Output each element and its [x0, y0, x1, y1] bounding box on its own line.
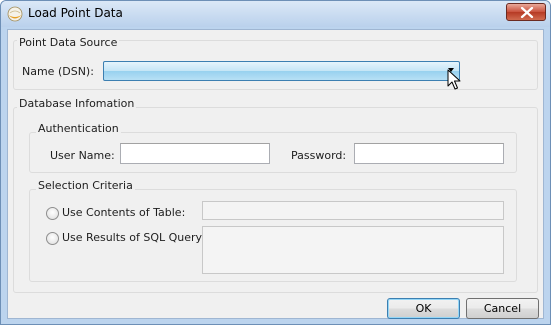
password-label: Password:: [291, 149, 347, 162]
cancel-button[interactable]: Cancel: [466, 298, 539, 319]
close-icon: [520, 7, 534, 18]
selection-criteria-title: Selection Criteria: [36, 179, 135, 192]
dsn-label: Name (DSN):: [22, 65, 94, 78]
dialog-window: Load Point Data Point Data Source Name (…: [0, 0, 551, 325]
app-icon: [7, 6, 23, 22]
use-table-radio[interactable]: [46, 207, 59, 220]
table-name-field[interactable]: [202, 201, 504, 220]
point-data-source-title: Point Data Source: [17, 36, 120, 49]
password-field[interactable]: [354, 143, 504, 164]
sql-query-field[interactable]: [202, 226, 504, 274]
database-information-title: Database Infomation: [17, 97, 137, 110]
window-title: Load Point Data: [28, 6, 123, 20]
authentication-title: Authentication: [36, 122, 121, 135]
title-bar[interactable]: Load Point Data: [1, 1, 550, 27]
ok-button[interactable]: OK: [387, 298, 460, 319]
dialog-client-area: Point Data Source Name (DSN): Database I…: [7, 29, 544, 319]
use-sql-label[interactable]: Use Results of SQL Query:: [62, 231, 205, 244]
use-table-label[interactable]: Use Contents of Table:: [62, 206, 185, 219]
mouse-cursor-icon: [447, 69, 461, 90]
close-button[interactable]: [506, 3, 546, 21]
user-name-field[interactable]: [120, 143, 270, 164]
dsn-combobox[interactable]: [103, 61, 460, 81]
user-name-label: User Name:: [50, 149, 115, 162]
use-sql-radio[interactable]: [46, 232, 59, 245]
